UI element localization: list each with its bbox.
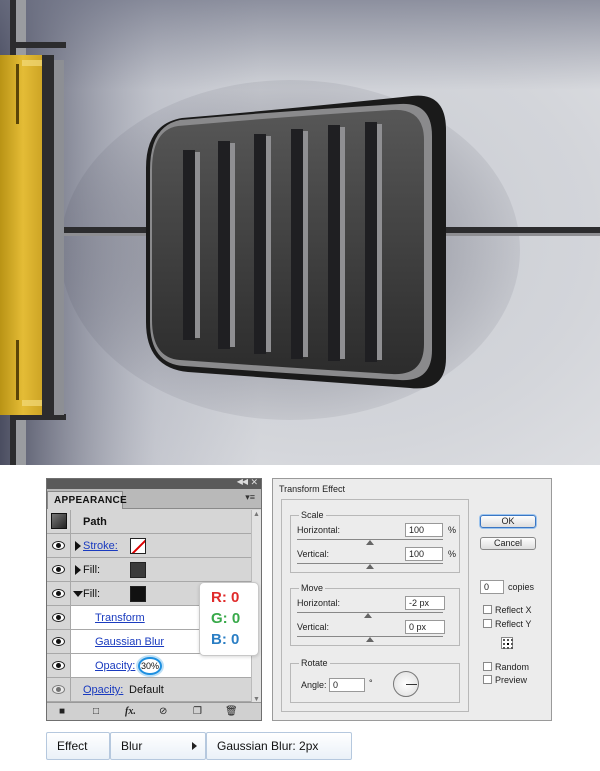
green-value: G: 0	[211, 610, 241, 627]
add-fill-icon[interactable]: □	[93, 706, 99, 717]
clear-appearance-icon[interactable]: ⊘	[159, 706, 167, 717]
breadcrumb-blur-label: Blur	[121, 739, 143, 753]
reference-point-locator[interactable]	[501, 637, 513, 649]
breadcrumb-gaussian-blur[interactable]: Gaussian Blur: 2px	[206, 732, 352, 760]
rgb-callout: R: 0 G: 0 B: 0	[199, 582, 259, 656]
random-label: Random	[495, 662, 530, 672]
visibility-eye-icon[interactable]	[52, 661, 65, 670]
visibility-eye-icon[interactable]	[52, 637, 65, 646]
reflect-x-checkbox[interactable]	[483, 605, 492, 614]
breadcrumb-effect[interactable]: Effect	[46, 732, 110, 760]
breadcrumb-blur[interactable]: Blur	[110, 732, 206, 760]
transform-effect-dialog: Transform Effect Scale Horizontal: 100 %…	[272, 478, 552, 721]
path-thumbnail-icon	[51, 513, 67, 529]
visibility-eye-icon[interactable]	[52, 685, 65, 694]
move-vertical-input[interactable]: 0 px	[405, 620, 445, 634]
duplicate-item-icon[interactable]: ❐	[193, 706, 202, 717]
scale-vertical-label: Vertical:	[297, 549, 330, 559]
copies-label: copies	[508, 582, 535, 592]
opacity-value-highlight: 30%	[138, 657, 162, 675]
rotate-group: Rotate Angle: 0 °	[290, 658, 460, 703]
panel-menu-icon[interactable]: ▾≡	[245, 492, 255, 503]
trash-icon[interactable]: 🗑	[225, 706, 238, 717]
stroke-row[interactable]: Stroke:	[47, 534, 253, 558]
dialog-title: Transform Effect	[279, 484, 346, 494]
panel-footer: ■ □ fx. ⊘ ❐ 🗑	[47, 702, 261, 720]
stroke-link[interactable]: Stroke:	[83, 540, 118, 552]
opacity-default-value: Default	[129, 684, 164, 696]
path-row[interactable]: Path	[47, 510, 253, 534]
visibility-eye-icon[interactable]	[52, 613, 65, 622]
reflect-y-checkbox[interactable]	[483, 619, 492, 628]
breadcrumb: Effect Blur Gaussian Blur: 2px	[46, 732, 352, 760]
scroll-up-icon[interactable]: ▲	[253, 511, 260, 518]
object-opacity-row[interactable]: Opacity: Default	[47, 678, 253, 702]
preview-checkbox[interactable]	[483, 675, 492, 684]
move-group: Move Horizontal: -2 px Vertical: 0 px	[290, 583, 460, 646]
fill-color-swatch[interactable]	[130, 562, 146, 578]
reflect-y-label: Reflect Y	[495, 619, 532, 629]
artwork-canvas	[0, 0, 600, 465]
scale-horizontal-unit: %	[448, 525, 457, 535]
scale-horizontal-label: Horizontal:	[297, 525, 341, 535]
red-value: R: 0	[211, 589, 240, 606]
collapse-icon[interactable]: ◀◀	[237, 477, 248, 486]
tab-appearance[interactable]: APPEARANCE	[47, 491, 127, 509]
scale-group-title: Scale	[299, 510, 326, 520]
move-vertical-label: Vertical:	[297, 622, 330, 632]
visibility-eye-icon[interactable]	[52, 541, 65, 550]
reflect-x-label: Reflect X	[495, 605, 532, 615]
preview-label: Preview	[495, 675, 528, 685]
move-horizontal-input[interactable]: -2 px	[405, 596, 445, 610]
collapse-triangle-icon[interactable]	[73, 591, 83, 597]
opacity-link[interactable]: Opacity:	[83, 684, 123, 696]
transform-link[interactable]: Transform	[95, 612, 145, 624]
panel-tab-row: APPEARANCE ▾≡	[47, 489, 261, 509]
move-group-title: Move	[299, 583, 326, 593]
copies-input[interactable]: 0	[480, 580, 504, 594]
pedal-illustration	[0, 0, 600, 465]
rotate-group-title: Rotate	[299, 658, 330, 668]
visibility-eye-icon[interactable]	[52, 589, 65, 598]
angle-label: Angle:	[301, 680, 327, 690]
scale-horizontal-input[interactable]: 100	[405, 523, 443, 537]
fill-label: Fill:	[83, 564, 101, 576]
scale-group: Scale Horizontal: 100 % Vertical: 100 %	[290, 510, 460, 573]
stroke-none-swatch[interactable]	[130, 538, 146, 554]
fill-color-swatch[interactable]	[130, 586, 146, 602]
expand-triangle-icon[interactable]	[75, 541, 81, 551]
scale-vertical-unit: %	[448, 549, 457, 559]
fill-row[interactable]: Fill:	[47, 558, 253, 582]
add-stroke-icon[interactable]: ■	[59, 706, 65, 717]
scale-vertical-input[interactable]: 100	[405, 547, 443, 561]
gaussian-blur-link[interactable]: Gaussian Blur	[95, 636, 164, 648]
slider-knob-icon[interactable]	[364, 613, 372, 618]
fill-opacity-row[interactable]: Opacity: 30%	[47, 654, 253, 678]
none-slash-icon	[131, 539, 145, 553]
angle-input[interactable]: 0	[329, 678, 365, 692]
blue-value: B: 0	[211, 631, 240, 648]
random-checkbox[interactable]	[483, 662, 492, 671]
slider-knob-icon[interactable]	[366, 564, 374, 569]
slider-knob-icon[interactable]	[366, 637, 374, 642]
fx-icon[interactable]: fx.	[125, 706, 136, 717]
object-type-label: Path	[83, 516, 107, 528]
visibility-eye-icon[interactable]	[52, 565, 65, 574]
dialog-main-area: Scale Horizontal: 100 % Vertical: 100 % …	[281, 499, 469, 712]
fill-label: Fill:	[83, 588, 101, 600]
opacity-link[interactable]: Opacity:	[95, 660, 135, 672]
submenu-arrow-icon	[192, 742, 197, 750]
close-icon[interactable]: ✕	[250, 477, 258, 488]
ok-button[interactable]: OK	[480, 515, 536, 528]
move-horizontal-label: Horizontal:	[297, 598, 341, 608]
expand-triangle-icon[interactable]	[75, 565, 81, 575]
angle-dial[interactable]	[393, 671, 419, 697]
panel-title-bar: ◀◀ ✕	[47, 477, 261, 489]
slider-knob-icon[interactable]	[366, 540, 374, 545]
angle-unit: °	[369, 678, 373, 688]
cancel-button[interactable]: Cancel	[480, 537, 536, 550]
